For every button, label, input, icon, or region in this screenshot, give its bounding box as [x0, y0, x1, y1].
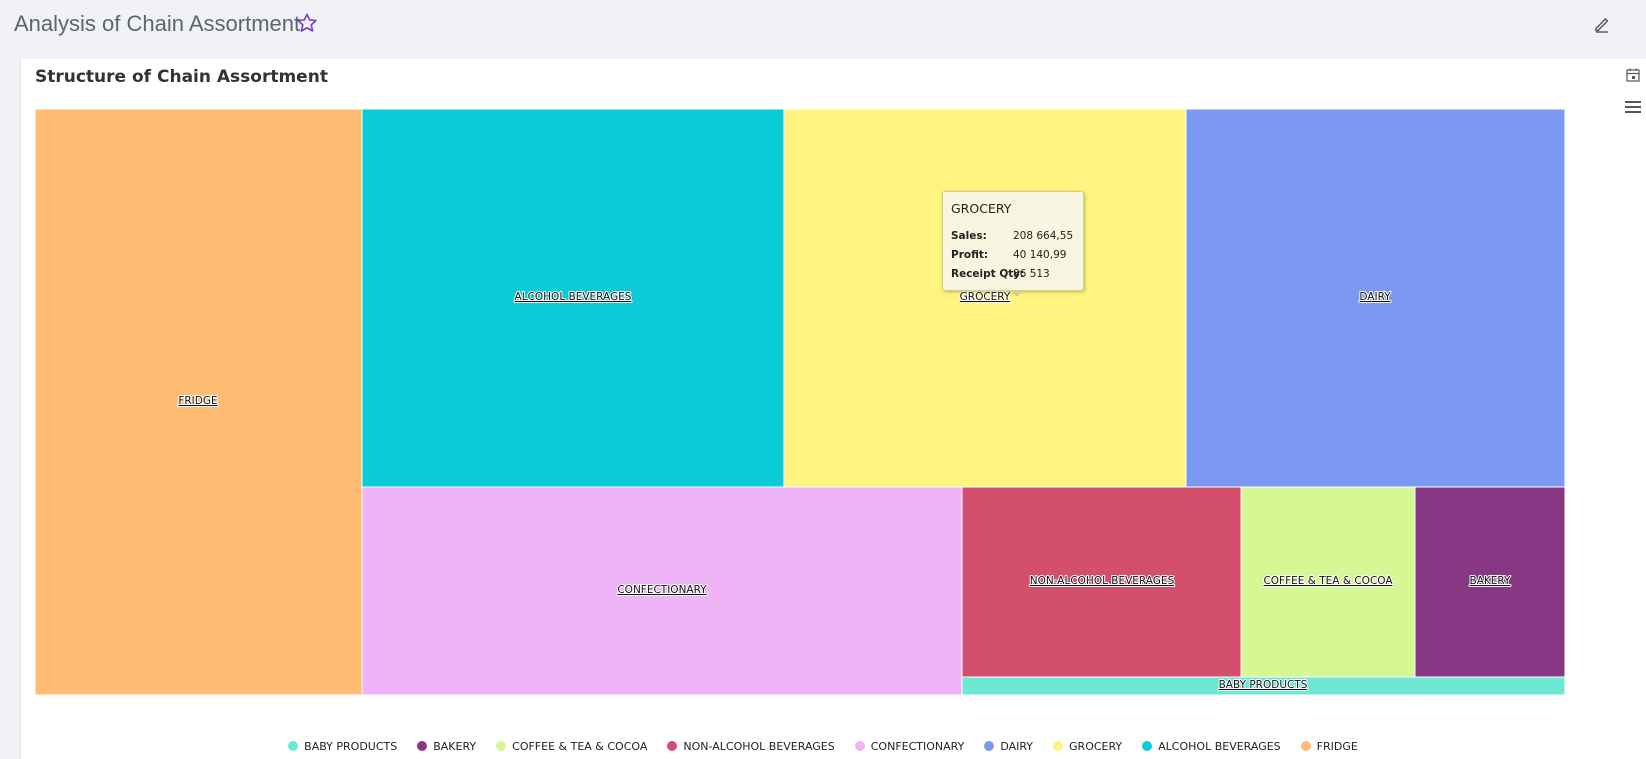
legend-label: BAKERY: [433, 740, 477, 753]
legend-item-bakery[interactable]: BAKERY: [417, 740, 476, 753]
treemap-label-grocery[interactable]: GROCERY: [959, 290, 1012, 304]
legend-label: ALCOHOL BEVERAGES: [1158, 740, 1281, 753]
treemap-label-bakery[interactable]: BAKERY: [1469, 574, 1513, 588]
treemap-label-coffee-tea-cocoa[interactable]: COFFEE & TEA & COCOA: [1262, 574, 1394, 588]
legend-label: COFFEE & TEA & COCOA: [512, 740, 648, 753]
treemap-svg: FRIDGE ALCOHOL BEVERAGES GROCERY DAIRY CONFE…: [35, 109, 1566, 696]
legend-label: DAIRY: [1000, 740, 1034, 753]
legend-marker-icon: [984, 741, 995, 751]
legend-marker-icon: [854, 741, 865, 751]
chart-tooltip: GROCERY Sales: 208 664,55 Profit: 40 140,9…: [942, 191, 1084, 297]
treemap-chart: FRIDGE ALCOHOL BEVERAGES GROCERY DAIRY CONFE…: [35, 109, 1643, 729]
legend-marker-icon: [288, 741, 299, 751]
legend-label: CONFECTIONARY: [870, 740, 965, 753]
legend-label: BABY PRODUCTS: [304, 740, 398, 753]
tooltip-sales-value: 208 664,55: [1013, 230, 1074, 242]
legend-item-fridge[interactable]: FRIDGE: [1300, 740, 1358, 753]
treemap-label-alcohol-beverages[interactable]: ALCOHOL BEVERAGES: [514, 290, 633, 304]
legend-label: GROCERY: [1069, 740, 1123, 753]
legend-item-coffee-tea-cocoa[interactable]: COFFEE & TEA & COCOA: [496, 740, 647, 753]
chart-card: Structure of Chain Assortment FRIDGE ALCO…: [20, 59, 1646, 759]
legend-item-non-alcohol-beverages[interactable]: NON-ALCOHOL BEVERAGES: [667, 740, 835, 753]
legend-marker-icon: [1300, 741, 1311, 751]
tooltip-profit-value: 40 140,99: [1013, 249, 1067, 261]
page-title: Analysis of Chain Assortment: [14, 11, 301, 36]
legend-marker-icon: [667, 741, 678, 751]
chart-title: Structure of Chain Assortment: [35, 67, 328, 87]
legend-item-alcohol-beverages[interactable]: ALCOHOL BEVERAGES: [1142, 740, 1281, 753]
pencil-icon[interactable]: [1592, 14, 1612, 34]
legend-item-confectionary[interactable]: CONFECTIONARY: [854, 740, 965, 753]
legend-marker-icon: [417, 741, 428, 751]
legend-marker-icon: [1142, 741, 1153, 751]
page-header: Analysis of Chain Assortment: [0, 0, 1646, 56]
tooltip-row-receipt-qty: Receipt Qty:86 513: [951, 268, 1050, 280]
legend-item-baby-products[interactable]: BABY PRODUCTS: [288, 740, 397, 753]
tooltip-row-sales: Sales: 208 664,55: [951, 230, 1073, 242]
legend-marker-icon: [496, 741, 507, 751]
chart-legend: BABY PRODUCTS BAKERY COFFEE & TEA & COCOA N…: [0, 740, 1646, 758]
tooltip-title: GROCERY: [951, 201, 1012, 216]
treemap-label-confectionary[interactable]: CONFECTIONARY: [616, 583, 708, 597]
legend-item-grocery[interactable]: GROCERY: [1053, 740, 1122, 753]
tooltip-profit-label: Profit:: [951, 249, 989, 261]
treemap-label-fridge[interactable]: FRIDGE: [177, 394, 218, 408]
star-icon[interactable]: [296, 12, 318, 34]
legend-label: NON-ALCOHOL BEVERAGES: [683, 740, 835, 753]
tooltip-row-profit: Profit: 40 140,99: [951, 249, 1066, 261]
legend-label: FRIDGE: [1316, 740, 1358, 753]
treemap-label-baby-products[interactable]: BABY PRODUCTS: [1218, 678, 1309, 692]
treemap-label-non-alcohol-beverages[interactable]: NON-ALCOHOL BEVERAGES: [1029, 574, 1176, 588]
tooltip-sales-label: Sales:: [951, 230, 987, 242]
calendar-icon[interactable]: [1625, 67, 1641, 83]
tooltip-receipt-qty-label: Receipt Qty:: [951, 268, 1025, 280]
treemap-label-dairy[interactable]: DAIRY: [1358, 290, 1392, 304]
legend-marker-icon: [1053, 741, 1064, 751]
legend-item-dairy[interactable]: DAIRY: [984, 740, 1033, 753]
tooltip-receipt-qty-value: 86 513: [1013, 268, 1050, 280]
